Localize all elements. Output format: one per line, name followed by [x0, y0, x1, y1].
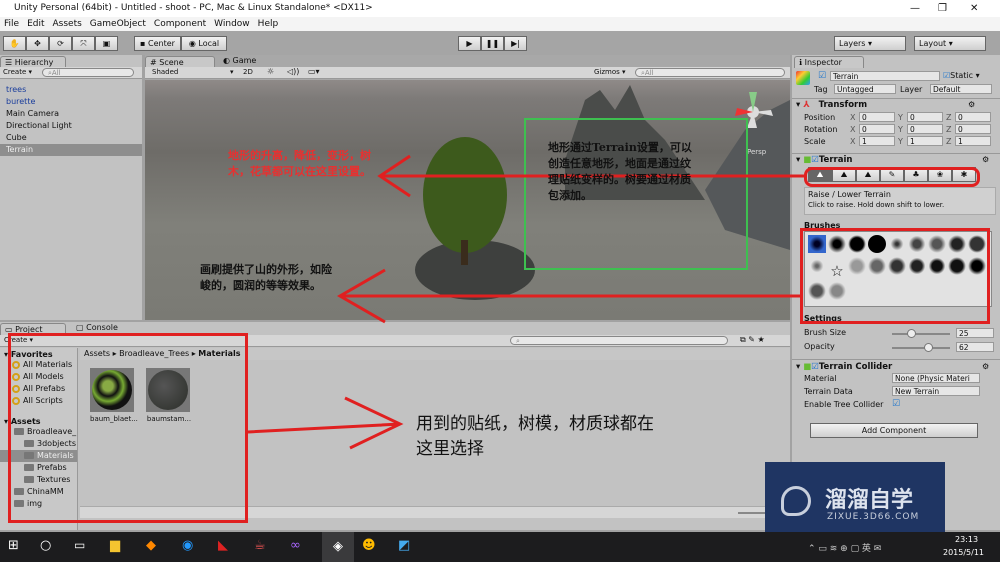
tool-icon[interactable]: ◩	[398, 538, 410, 553]
browser-icon[interactable]: ◉	[182, 538, 193, 553]
clock-date[interactable]: 2015/5/11	[943, 548, 984, 557]
watermark-logo-icon	[781, 486, 811, 516]
unity-icon[interactable]: ◈	[322, 532, 354, 562]
watermark-name: 溜溜自学	[825, 488, 914, 513]
visual-studio-icon[interactable]: ∞	[290, 538, 301, 553]
app-icon[interactable]: ◆	[146, 538, 156, 553]
taskbar: ⊞ ○ ▭ ▆ ◆ ◉ ◣ ☕ ∞ ◈ ☻ ◩ ⌃ ▭ ≋ ⊕ ▢ 英 ✉ 23…	[0, 532, 1000, 562]
terrain-note-text: 地形通过Terrain设置，可以创造任意地形，地面是通过纹理贴纸变样的。树要通过…	[548, 141, 692, 202]
arrow-to-brushes	[337, 268, 800, 324]
system-tray-icons[interactable]: ⌃ ▭ ≋ ⊕ ▢ 英 ✉	[808, 541, 881, 554]
project-note-text: 用到的贴纸，树模，材质球都在这里选择	[416, 414, 654, 459]
brush-note-text: 画刷提供了山的外形，如险峻的，圆润的等等效果。	[200, 263, 332, 292]
red-annotation-text: 地形的升高，降低，变形，树木，花草都可以在这里设置。	[228, 149, 371, 178]
file-explorer-icon[interactable]: ▆	[110, 538, 120, 553]
qq-icon[interactable]: ☻	[362, 538, 376, 553]
java-icon[interactable]: ☕	[254, 538, 266, 553]
arrow-to-project	[247, 396, 404, 450]
clock-time[interactable]: 23:13	[955, 535, 978, 544]
search-icon[interactable]: ○	[40, 538, 51, 553]
pdf-icon[interactable]: ◣	[218, 538, 228, 553]
start-icon[interactable]: ⊞	[8, 538, 19, 553]
watermark-url: ZIXUE.3D66.COM	[827, 512, 920, 522]
task-view-icon[interactable]: ▭	[74, 538, 85, 552]
